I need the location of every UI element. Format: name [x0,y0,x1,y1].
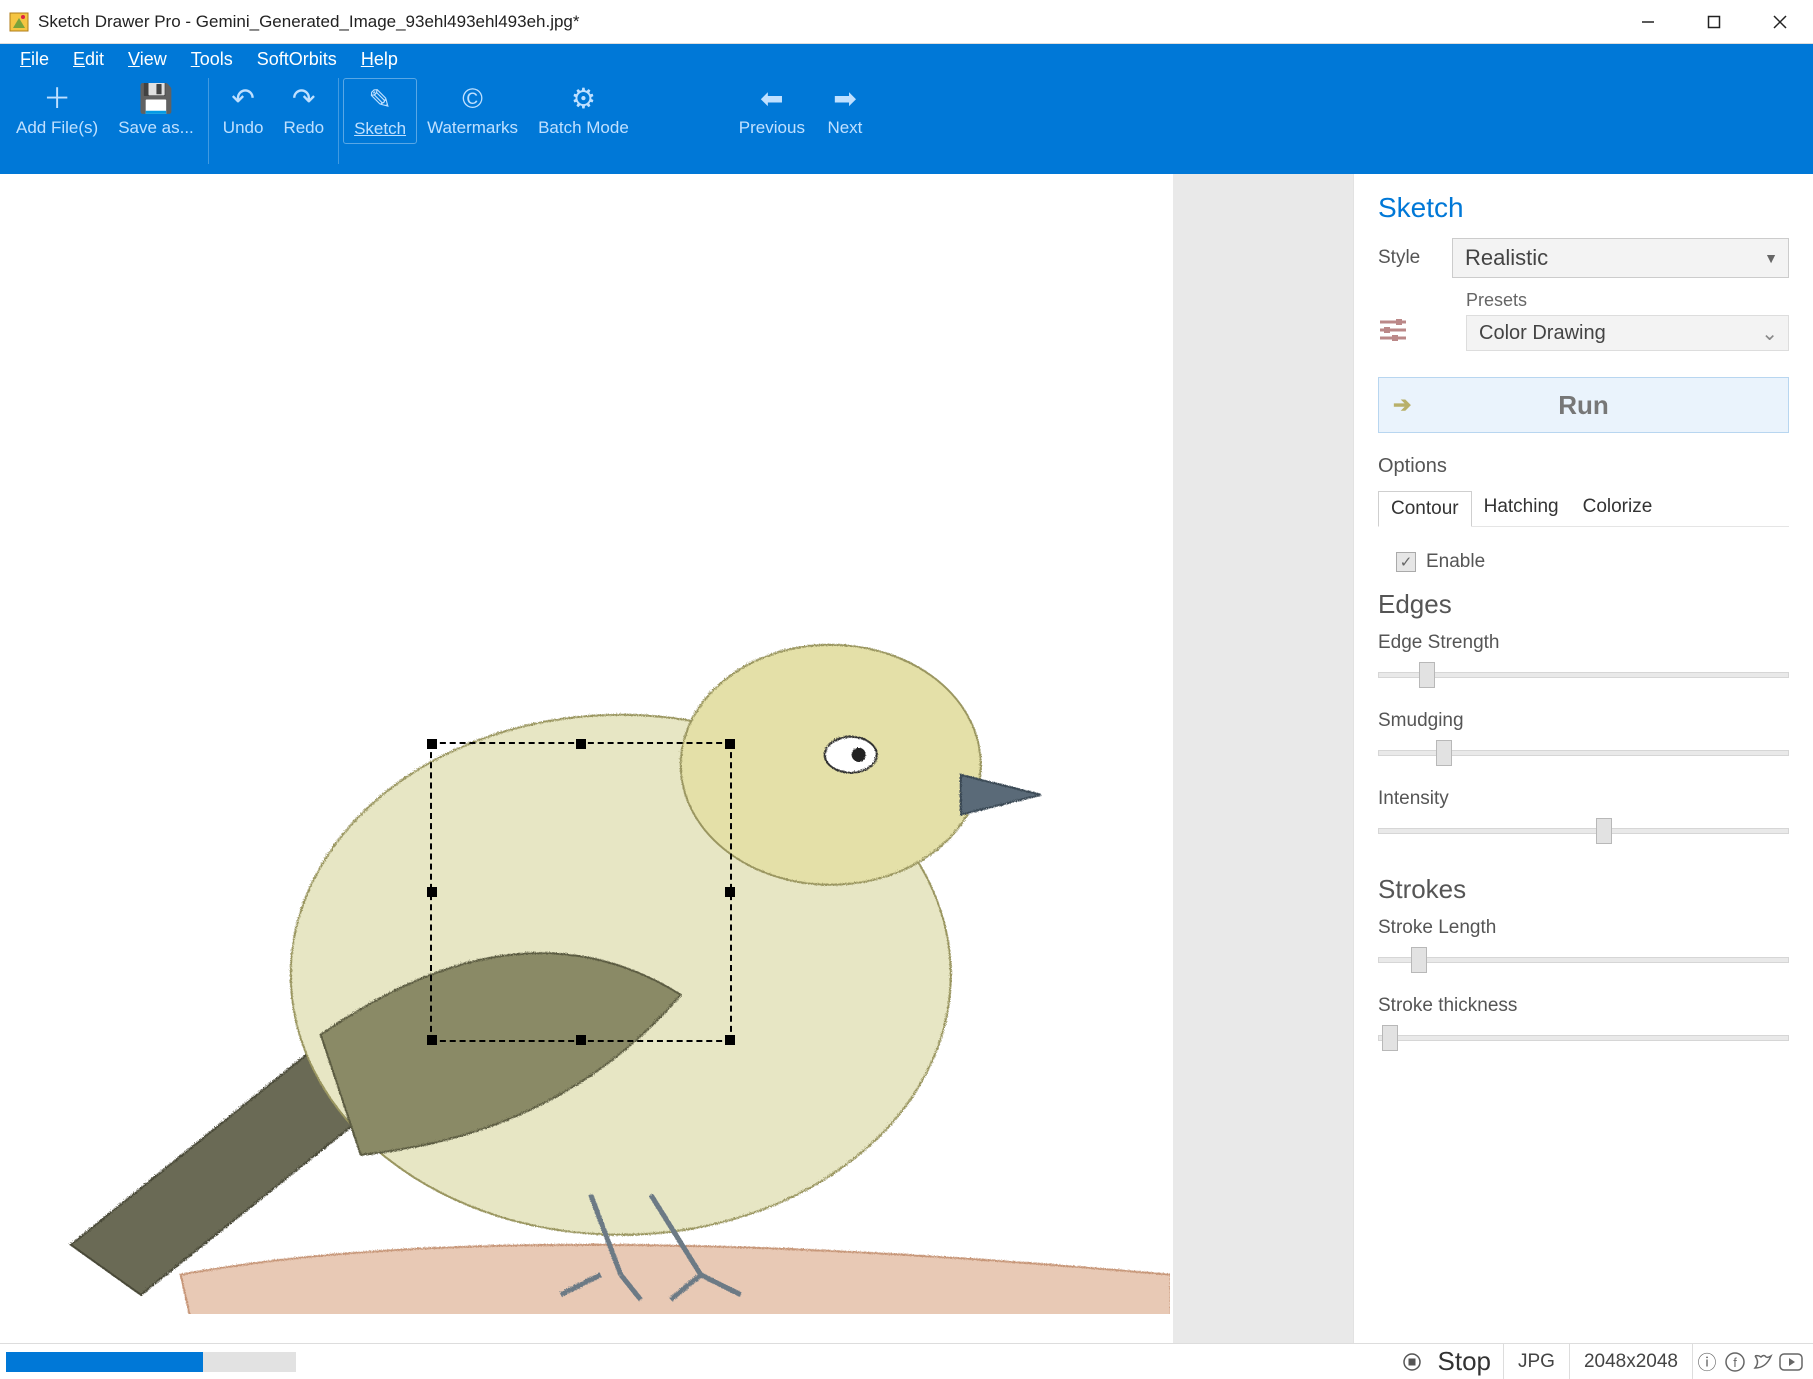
youtube-icon[interactable] [1777,1353,1805,1371]
tab-contour[interactable]: Contour [1378,491,1472,527]
menu-softorbits[interactable]: SoftOrbits [245,45,349,74]
panel-title: Sketch [1378,192,1789,224]
style-select[interactable]: Realistic ▼ [1452,238,1789,278]
main-area: Sketch Style Realistic ▼ Presets Color D… [0,174,1813,1343]
style-label: Style [1378,247,1438,269]
maximize-button[interactable] [1681,0,1747,44]
stroke-thickness-slider[interactable] [1378,1025,1789,1051]
menu-view[interactable]: View [116,45,179,74]
save-as-button[interactable]: 💾Save as... [108,78,204,142]
presets-value: Color Drawing [1479,322,1606,345]
watermark-icon: © [462,82,483,116]
close-button[interactable] [1747,0,1813,44]
selection-handle-ne[interactable] [725,739,735,749]
stop-button[interactable]: Stop [1426,1346,1504,1377]
selection-handle-se[interactable] [725,1035,735,1045]
selection-handle-s[interactable] [576,1035,586,1045]
minimize-button[interactable] [1615,0,1681,44]
previous-button[interactable]: ⬅Previous [729,78,815,142]
smudging-label: Smudging [1378,710,1789,732]
enable-checkbox[interactable]: ✓ [1396,552,1416,572]
stroke-length-slider[interactable] [1378,947,1789,973]
batch-icon: ⚙ [571,82,596,116]
stroke-thickness-label: Stroke thickness [1378,995,1789,1017]
svg-text:f: f [1733,1355,1737,1370]
add-file-icon: ＋ [43,82,71,116]
prev-icon: ⬅ [760,82,783,116]
sketch-icon: ✎ [368,83,391,117]
stroke-length-label: Stroke Length [1378,917,1789,939]
intensity-slider[interactable] [1378,818,1789,844]
next-icon: ➡ [833,82,856,116]
tab-hatching[interactable]: Hatching [1472,490,1571,526]
enable-label: Enable [1426,551,1485,573]
menu-help[interactable]: Help [349,45,410,74]
facebook-icon[interactable]: f [1721,1352,1749,1372]
smudging-slider[interactable] [1378,740,1789,766]
selection-handle-sw[interactable] [427,1035,437,1045]
edge-strength-slider[interactable] [1378,662,1789,688]
run-button[interactable]: ➔ Run [1378,377,1789,433]
menu-file[interactable]: File [8,45,61,74]
undo-icon: ↶ [231,82,254,116]
undo-button[interactable]: ↶Undo [213,78,274,142]
window-title: Sketch Drawer Pro - Gemini_Generated_Ima… [38,12,1615,32]
edges-title: Edges [1378,589,1789,620]
redo-icon: ↷ [292,82,315,116]
strokes-title: Strokes [1378,874,1789,905]
menu-edit[interactable]: Edit [61,45,116,74]
separator [208,78,209,164]
run-label: Run [1558,390,1609,421]
run-arrow-icon: ➔ [1393,392,1411,418]
selection-handle-e[interactable] [725,887,735,897]
selection-handle-w[interactable] [427,887,437,897]
canvas-gap [1173,174,1353,1343]
style-value: Realistic [1465,245,1548,271]
menu-bar: File Edit View Tools SoftOrbits Help [0,44,1813,74]
intensity-label: Intensity [1378,788,1789,810]
progress-bar [6,1352,296,1372]
info-icon[interactable]: ⓘ [1692,1344,1721,1379]
title-bar: Sketch Drawer Pro - Gemini_Generated_Ima… [0,0,1813,44]
ribbon-toolbar: ＋Add File(s) 💾Save as... ↶Undo ↷Redo ✎Sk… [0,74,1813,174]
chevron-down-icon: ▼ [1764,250,1778,266]
menu-tools[interactable]: Tools [179,45,245,74]
options-label: Options [1378,455,1789,478]
separator [338,78,339,164]
next-button[interactable]: ➡Next [815,78,875,142]
app-icon [8,11,30,33]
enable-row: ✓ Enable [1396,551,1789,573]
presets-select[interactable]: Color Drawing ⌄ [1466,315,1789,351]
dimensions-label: 2048x2048 [1569,1344,1692,1379]
chevron-down-icon: ⌄ [1761,321,1778,346]
add-files-button[interactable]: ＋Add File(s) [6,78,108,142]
status-bar: Stop JPG 2048x2048 ⓘ f [0,1343,1813,1379]
watermarks-button[interactable]: ©Watermarks [417,78,528,142]
tab-colorize[interactable]: Colorize [1571,490,1665,526]
format-label: JPG [1503,1344,1569,1379]
edge-strength-label: Edge Strength [1378,632,1789,654]
image-canvas[interactable] [0,174,1173,1343]
selection-rectangle[interactable] [430,742,732,1042]
selection-handle-n[interactable] [576,739,586,749]
sketch-button[interactable]: ✎Sketch [343,78,417,144]
redo-button[interactable]: ↷Redo [273,78,334,142]
sliders-icon[interactable] [1378,317,1412,347]
batch-mode-button[interactable]: ⚙Batch Mode [528,78,639,142]
side-panel: Sketch Style Realistic ▼ Presets Color D… [1353,174,1813,1343]
presets-label: Presets [1466,290,1789,311]
save-icon: 💾 [139,82,174,116]
twitter-icon[interactable] [1749,1352,1777,1372]
selection-handle-nw[interactable] [427,739,437,749]
options-tabs: Contour Hatching Colorize [1378,490,1789,527]
stop-icon[interactable] [1398,1353,1426,1371]
